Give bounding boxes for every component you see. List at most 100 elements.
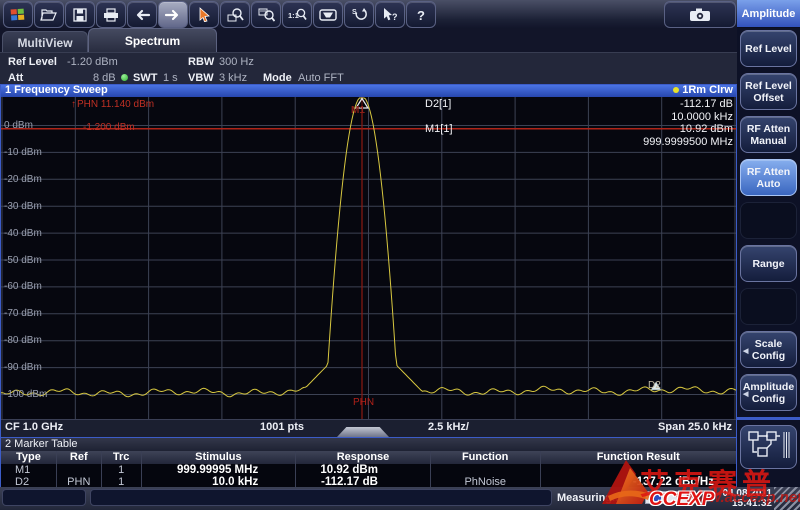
- overview-button[interactable]: [740, 425, 797, 469]
- softkey-rf-atten-auto[interactable]: RF AttenAuto: [740, 159, 797, 196]
- marker-table-cell: M1: [1, 464, 56, 476]
- marker-table-column-header: Function: [430, 451, 540, 464]
- y-axis-label: -40 dBm: [4, 228, 42, 239]
- one-to-one-icon: 1:1: [288, 7, 307, 22]
- tab-bar: MultiView Spectrum: [0, 28, 737, 52]
- save-button[interactable]: [65, 1, 95, 28]
- softkey-label: Amplitude: [743, 381, 794, 393]
- resize-grip-icon: [774, 487, 800, 510]
- sweep-refresh-button[interactable]: S: [344, 1, 374, 28]
- ref-level-label: Ref Level: [8, 56, 57, 68]
- softkey-range[interactable]: Range: [740, 245, 797, 282]
- marker-d2-tag[interactable]: D2: [648, 380, 661, 391]
- softkey-label: Range: [752, 258, 784, 270]
- softkey-label: RF Atten: [747, 123, 790, 135]
- marker-table-cell: 999.99995 MHz: [141, 464, 296, 476]
- hz-per-division[interactable]: 2.5 kHz/: [428, 421, 469, 433]
- phn-reference-label: PHN 11.140 dBm: [71, 99, 154, 110]
- softkey-label: Auto: [757, 178, 781, 190]
- open-file-button[interactable]: [34, 1, 64, 28]
- help-button[interactable]: ?: [406, 1, 436, 28]
- sweep-points[interactable]: 1001 pts: [260, 421, 304, 433]
- marker-table-row[interactable]: M11999.99995 MHz10.92 dBm: [1, 464, 736, 476]
- marker-table-column-header: Stimulus: [141, 451, 296, 464]
- multi-zoom-button[interactable]: [251, 1, 281, 28]
- zoom-one-to-one-button[interactable]: 1:1: [282, 1, 312, 28]
- att-value[interactable]: 8 dB: [93, 72, 116, 84]
- marker-table-window: 2 Marker Table TypeRefTrcStimulusRespons…: [0, 437, 737, 489]
- ref-level-line-label: -1.200 dBm: [83, 122, 135, 133]
- display-screen-icon: [319, 8, 337, 22]
- marker-d2-name: D2[1]: [425, 98, 451, 110]
- vbw-label: VBW: [188, 72, 214, 84]
- y-axis-label: -30 dBm: [4, 201, 42, 212]
- spectrum-analyzer-screen: 1:1 S ? ?: [0, 0, 800, 510]
- open-folder-icon: [40, 8, 58, 22]
- printer-icon: [103, 8, 119, 22]
- y-axis-label: -90 dBm: [4, 362, 42, 373]
- zoom-mode-button[interactable]: [220, 1, 250, 28]
- rbw-value[interactable]: 300 Hz: [219, 56, 254, 68]
- svg-text:?: ?: [392, 12, 398, 22]
- undo-button[interactable]: [127, 1, 157, 28]
- block-diagram-icon: [747, 430, 791, 465]
- softkey-scale-config[interactable]: ScaleConfig: [740, 331, 797, 368]
- select-mode-button[interactable]: [189, 1, 219, 28]
- progress-fill: [650, 494, 661, 501]
- context-help-button[interactable]: ?: [375, 1, 405, 28]
- softkey-label: Config: [752, 393, 785, 405]
- tab-multiview[interactable]: MultiView: [2, 31, 88, 53]
- span-value[interactable]: Span 25.0 kHz: [658, 421, 732, 433]
- softkey-rf-atten-manual[interactable]: RF AttenManual: [740, 116, 797, 153]
- tab-spectrum[interactable]: Spectrum: [88, 28, 217, 53]
- status-bar: Measuring... 04.08.2011 15:41:32: [0, 487, 800, 510]
- multi-zoom-icon: [258, 7, 275, 22]
- softkey-empty-slot: [740, 288, 797, 325]
- marker-m1-tag[interactable]: M1: [351, 105, 365, 116]
- measurement-settings-bar: Ref Level -1.20 dBm RBW 300 Hz Att 8 dB …: [0, 52, 737, 85]
- redo-arrow-icon: [164, 9, 182, 21]
- display-update-button[interactable]: [313, 1, 343, 28]
- y-axis-label: -20 dBm: [4, 174, 42, 185]
- mode-value[interactable]: Auto FFT: [298, 72, 344, 84]
- att-status-dot-icon: [121, 74, 128, 81]
- marker-table-title[interactable]: 2 Marker Table: [1, 438, 736, 451]
- y-axis-label: -10 dBm: [4, 147, 42, 158]
- marker-table-column-header: Type: [1, 451, 56, 464]
- print-button[interactable]: [96, 1, 126, 28]
- screenshot-camera-button[interactable]: [664, 1, 736, 28]
- tab-multiview-label: MultiView: [17, 36, 72, 50]
- softkey-label: Config: [752, 350, 785, 362]
- softkey-ref-level[interactable]: Ref Level: [740, 30, 797, 67]
- marker-m1-name: M1[1]: [425, 123, 453, 135]
- marker-m1-level: 10.92 dBm: [680, 123, 733, 135]
- marker-d2-offset: 10.0000 kHz: [671, 111, 733, 123]
- marker-m1-freq: 999.9999500 MHz: [643, 136, 733, 148]
- softkey-label: Scale: [755, 338, 782, 350]
- vbw-value[interactable]: 3 kHz: [219, 72, 247, 84]
- softkey-label: Manual: [750, 135, 786, 147]
- softkey-empty-slot: [740, 202, 797, 239]
- redo-button[interactable]: [158, 1, 188, 28]
- rbw-label: RBW: [188, 56, 214, 68]
- windows-start-button[interactable]: [3, 1, 33, 28]
- center-frequency[interactable]: CF 1.0 GHz: [5, 421, 63, 433]
- sweep-s-refresh-icon: S: [351, 7, 368, 22]
- phn-line-tag: PHN: [353, 397, 374, 408]
- y-axis-label: -100 dBm: [4, 389, 47, 400]
- spectrum-plot[interactable]: 0 dBm-10 dBm-20 dBm-30 dBm-40 dBm-50 dBm…: [1, 97, 736, 419]
- measuring-status: Measuring...: [557, 492, 621, 504]
- marker-d2-delta: -112.17 dB: [680, 98, 733, 110]
- marker-table-cell: [430, 464, 540, 476]
- marker-table-cell: 10.92 dBm: [295, 464, 430, 476]
- marker-table-column-header: Ref: [56, 451, 101, 464]
- trace-color-dot-icon: [673, 87, 679, 93]
- ref-level-value[interactable]: -1.20 dBm: [67, 56, 118, 68]
- softkey-amplitude-config[interactable]: AmplitudeConfig: [740, 374, 797, 411]
- marker-table-rows: M11999.99995 MHz10.92 dBmD2PHN110.0 kHz-…: [1, 464, 736, 488]
- mode-label: Mode: [263, 72, 292, 84]
- graph-title-bar[interactable]: 1 Frequency Sweep 1Rm Clrw: [1, 85, 736, 97]
- swt-value[interactable]: 1 s: [163, 72, 178, 84]
- softkey-menu-title: Amplitude: [737, 0, 800, 28]
- softkey-ref-level-offset[interactable]: Ref LevelOffset: [740, 73, 797, 110]
